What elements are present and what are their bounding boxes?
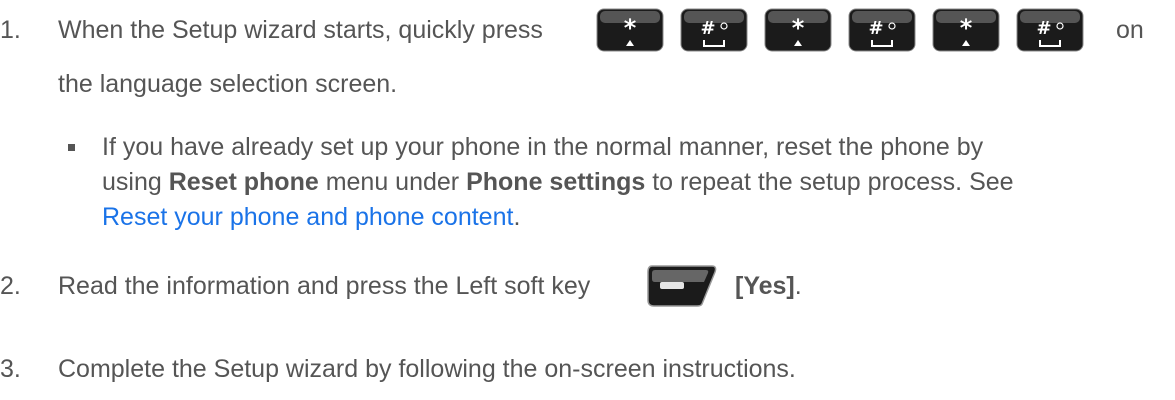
step-1-trailing: on xyxy=(1116,16,1144,44)
step-3-number: 3. xyxy=(0,355,21,383)
bullet-text-line2: using Reset phone menu under Phone setti… xyxy=(102,168,1014,196)
svg-text:#: # xyxy=(700,18,715,39)
asterisk-key-icon: * xyxy=(764,8,832,52)
yes-label: [Yes] xyxy=(735,272,795,300)
step-2-bold: [Yes]. xyxy=(735,272,802,300)
hash-key-icon: # xyxy=(1016,8,1084,52)
key-sequence: * # * # * # xyxy=(596,8,1084,52)
bullet-text-line1: If you have already set up your phone in… xyxy=(102,133,984,161)
bullet-marker xyxy=(68,144,75,151)
step-2-text: Read the information and press the Left … xyxy=(58,272,591,300)
step-2-number: 2. xyxy=(0,272,21,300)
svg-text:#: # xyxy=(868,18,883,39)
svg-text:*: * xyxy=(624,14,637,42)
step-1-text: When the Setup wizard starts, quickly pr… xyxy=(58,16,543,44)
asterisk-key-icon: * xyxy=(596,8,664,52)
reset-phone-label: Reset phone xyxy=(168,168,319,196)
left-soft-key-icon xyxy=(647,265,717,307)
svg-text:*: * xyxy=(960,14,973,42)
bullet-text-line3: Reset your phone and phone content. xyxy=(102,203,521,231)
hash-key-icon: # xyxy=(848,8,916,52)
step-1-text-line2: the language selection screen. xyxy=(58,70,398,98)
reset-phone-link[interactable]: Reset your phone and phone content xyxy=(102,203,513,231)
hash-key-icon: # xyxy=(680,8,748,52)
svg-text:*: * xyxy=(792,14,805,42)
asterisk-key-icon: * xyxy=(932,8,1000,52)
step-3-text: Complete the Setup wizard by following t… xyxy=(58,355,796,383)
phone-settings-label: Phone settings xyxy=(466,168,646,196)
svg-text:#: # xyxy=(1036,18,1051,39)
step-1-number: 1. xyxy=(0,16,21,44)
